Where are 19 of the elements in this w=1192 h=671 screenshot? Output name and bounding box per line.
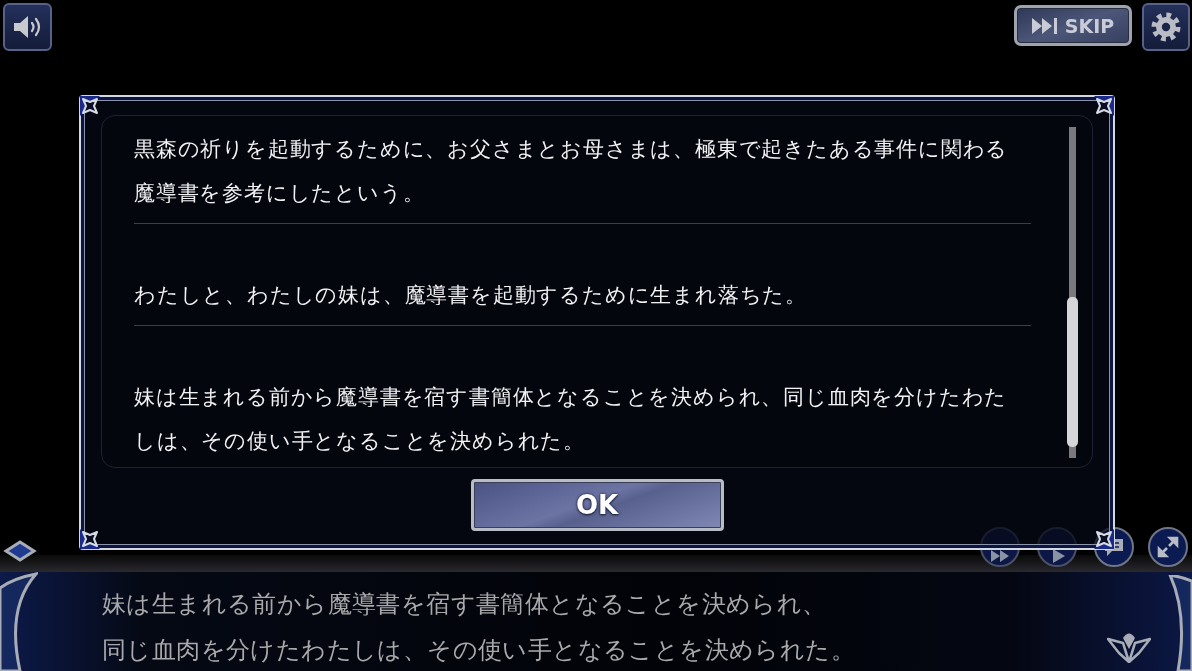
emblem-icon xyxy=(1107,631,1151,663)
scrollbar-thumb[interactable] xyxy=(1067,297,1078,447)
expand-icon xyxy=(1157,536,1179,558)
sound-button[interactable] xyxy=(3,3,52,51)
skip-button[interactable]: SKIP xyxy=(1014,5,1132,46)
log-entry-text: わたしと、わたしの妹は、魔導書を起動するために生まれ落ちた。 xyxy=(134,282,807,309)
dialogue-text: 妹は生まれる前から魔導書を宿す書簡体となることを決められ、 同じ血肉を分けたわたしは、その使い手となることを決められた。 xyxy=(102,589,855,666)
play-icon xyxy=(1052,549,1065,563)
speaker-icon xyxy=(12,15,43,39)
log-entry-text: 妹は生まれる前から魔導書を宿す書簡体となることを決められ、同じ血肉を分けたわた しは、その使い手となることを決められた。 xyxy=(134,384,1008,455)
skip-forward-icon xyxy=(1031,16,1058,35)
ok-button[interactable]: OK xyxy=(470,479,724,531)
scrollbar-track[interactable] xyxy=(1069,127,1076,458)
crescent-ornament-icon xyxy=(0,538,38,671)
crescent-ornament-icon xyxy=(1168,575,1192,671)
log-entry-text: 黒森の祈りを起動するために、お父さまとお母さまは、極東で起きたある事件に関わる 魔導書を参考にしたという。 xyxy=(134,136,1009,207)
gear-icon xyxy=(1151,12,1181,42)
fullscreen-button[interactable] xyxy=(1148,527,1188,567)
settings-button[interactable] xyxy=(1142,3,1190,51)
